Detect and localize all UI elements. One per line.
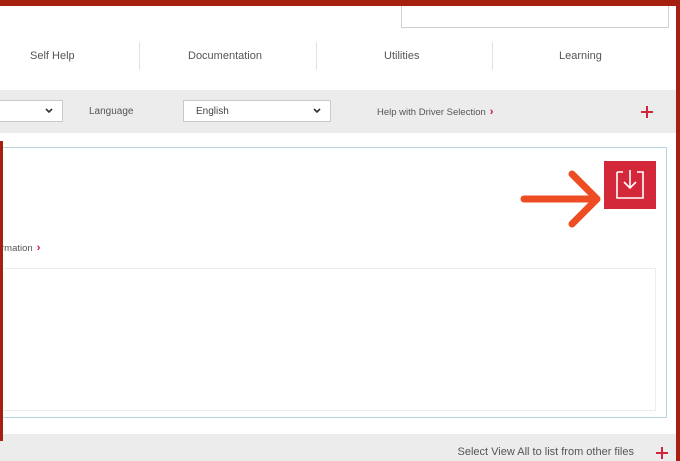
download-icon (616, 170, 644, 199)
driver-filter-bar: Language English Help with Driver Select… (0, 90, 676, 133)
footer-bar: Select View All to list from other files (0, 434, 676, 461)
chevron-right-icon: › (36, 242, 41, 254)
main-nav: Self Help Documentation Utilities Learni… (0, 34, 676, 78)
nav-item-utilities[interactable]: Utilities (384, 34, 419, 78)
page: Self Help Documentation Utilities Learni… (0, 6, 676, 461)
search-input[interactable] (401, 6, 669, 28)
view-all-text: Select View All to list from other files (457, 446, 634, 458)
download-button[interactable] (604, 161, 656, 209)
nav-item-learning[interactable]: Learning (559, 34, 602, 78)
os-select[interactable] (0, 100, 63, 122)
more-information-link[interactable]: rmation › (1, 242, 40, 254)
chevron-right-icon: › (489, 106, 494, 118)
nav-divider (316, 42, 317, 70)
help-link-label: Help with Driver Selection (377, 107, 486, 118)
help-driver-selection-link[interactable]: Help with Driver Selection › (377, 106, 493, 118)
language-select-value: English (196, 105, 229, 117)
arrow-right-icon (520, 170, 601, 228)
expand-plus-icon[interactable] (641, 106, 653, 118)
language-label: Language (89, 106, 134, 117)
driver-details-box (0, 268, 656, 411)
info-link-label: rmation (1, 243, 33, 254)
nav-item-documentation[interactable]: Documentation (188, 34, 262, 78)
nav-divider (139, 42, 140, 70)
view-all-plus-icon[interactable] (656, 447, 668, 459)
chevron-down-icon (45, 108, 53, 114)
nav-divider (492, 42, 493, 70)
chevron-down-icon (313, 108, 321, 114)
language-select[interactable]: English (183, 100, 331, 122)
frame-left-edge (0, 141, 3, 441)
nav-item-self-help[interactable]: Self Help (30, 34, 75, 78)
